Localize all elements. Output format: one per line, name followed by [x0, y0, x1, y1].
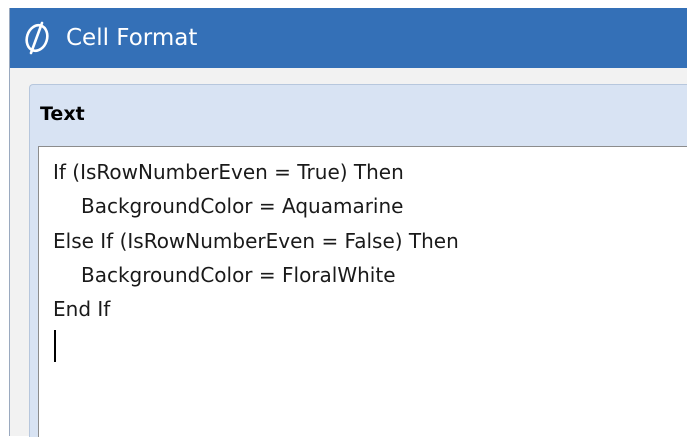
code-line-4: BackgroundColor = FloralWhite — [81, 263, 396, 287]
code-line-3: Else If (IsRowNumberEven = False) Then — [53, 229, 459, 253]
text-group-header: Text — [40, 103, 85, 125]
window-title: Cell Format — [66, 25, 198, 51]
text-group-box: Text If (IsRowNumberEven = True) Then Ba… — [29, 84, 687, 437]
code-line-5: End If — [53, 297, 111, 321]
title-bar[interactable]: Cell Format — [10, 8, 687, 68]
text-caret — [54, 330, 56, 362]
dialog-body: Text If (IsRowNumberEven = True) Then Ba… — [10, 68, 687, 437]
app-logo-icon — [25, 21, 49, 55]
cell-format-window: Cell Format Text If (IsRowNumberEven = T… — [9, 8, 687, 437]
text-editor[interactable]: If (IsRowNumberEven = True) Then Backgro… — [38, 146, 687, 437]
code-line-1: If (IsRowNumberEven = True) Then — [53, 160, 404, 184]
code-line-2: BackgroundColor = Aquamarine — [81, 194, 404, 218]
